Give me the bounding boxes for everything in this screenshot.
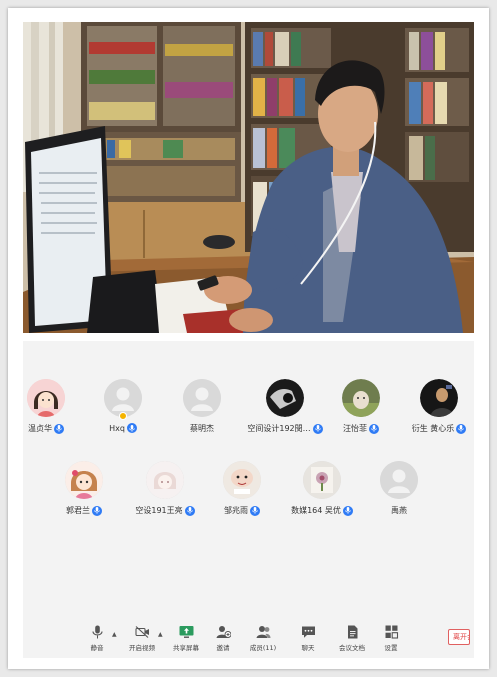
participant-tile[interactable]: 汪怡菲 (323, 379, 399, 441)
mute-label: 静音 (90, 644, 104, 652)
mic-icon (54, 423, 64, 434)
participant-tile[interactable]: 郭君兰 (46, 461, 122, 523)
audio-options-caret-icon[interactable]: ▲ (112, 631, 117, 638)
default-person-avatar (380, 461, 418, 499)
participant-name: 温贞华 (28, 424, 52, 433)
document-icon (347, 625, 357, 639)
mic-icon (250, 505, 260, 516)
grid-settings-icon (385, 625, 398, 639)
mic-icon (456, 423, 467, 434)
cartoon-character-avatar (65, 461, 103, 499)
shared-video-view (23, 22, 474, 333)
participant-name: 空间设计192閔… (247, 424, 311, 433)
participant-tile[interactable]: 空设191王亮 (125, 461, 205, 523)
invite-label: 邀请 (216, 644, 230, 652)
participant-name: 汪怡菲 (343, 424, 367, 433)
mic-icon (184, 505, 195, 516)
mute-button[interactable]: 静音 (73, 625, 121, 655)
mic-icon (312, 423, 323, 434)
participant-tile[interactable]: 邹兆雨 (204, 461, 280, 523)
participant-name: 衍生 黄心乐 (411, 424, 455, 433)
participant-name: 数媒164 吴优 (291, 506, 341, 515)
flower-photo-avatar (303, 461, 341, 499)
participant-tile[interactable]: 衍生 黄心乐 (401, 379, 477, 441)
participant-tile[interactable]: 空间设计192閔… (242, 379, 328, 441)
add-user-icon (216, 626, 231, 638)
meeting-toolbar: 静音 ▲ 开启视频 ▲ 共享屏幕 邀请 成员(11) 聊天 会议文档 设置 离开 (23, 623, 474, 658)
participant-name: 郭君兰 (66, 506, 90, 515)
video-off-icon (134, 626, 149, 638)
mic-icon (342, 505, 353, 516)
dark-photo-avatar (266, 379, 304, 417)
cartoon-girl-avatar (27, 379, 65, 417)
leave-meeting-button[interactable]: 离开会议 (448, 629, 470, 645)
participant-name: 邹兆雨 (224, 506, 248, 515)
mic-icon (126, 423, 137, 433)
chat-icon (301, 626, 315, 638)
default-person-avatar (183, 379, 221, 417)
settings-button[interactable]: 设置 (367, 625, 415, 655)
participant-name: 空设191王亮 (135, 506, 183, 515)
settings-label: 设置 (384, 644, 398, 652)
participant-tile[interactable]: 蔡明杰 (164, 379, 240, 441)
microphone-icon (91, 625, 103, 639)
participant-tile[interactable]: 数媒164 吴优 (282, 461, 362, 523)
participant-name: 禹燕 (391, 506, 407, 515)
pale-illustration-avatar (146, 461, 184, 499)
dark-portrait-avatar (420, 379, 458, 417)
participant-tile[interactable]: 禹燕 (361, 461, 437, 523)
share-screen-icon (179, 626, 193, 638)
members-label: 成员(11) (249, 644, 277, 652)
start-video-button[interactable]: 开启视频 (118, 625, 166, 655)
animal-photo-avatar (342, 379, 380, 417)
participant-name: 蔡明杰 (190, 424, 214, 433)
mic-icon (92, 505, 102, 516)
start-video-label: 开启视频 (129, 644, 155, 652)
members-icon (256, 626, 270, 638)
video-scene-image (23, 22, 474, 333)
participant-tile[interactable]: Hxq (85, 379, 161, 441)
meme-face-avatar (223, 461, 261, 499)
members-button[interactable]: 成员(11) (239, 625, 287, 655)
host-badge-icon (119, 412, 127, 420)
participant-name: Hxq (109, 423, 125, 433)
share-screen-label: 共享屏幕 (173, 644, 199, 652)
chat-button[interactable]: 聊天 (284, 625, 332, 655)
meeting-panel: 温贞华 Hxq 蔡明杰 空间设计192閔… 汪怡菲 衍生 黄心乐 郭君兰 空设1… (23, 341, 474, 658)
meeting-docs-label: 会议文档 (339, 644, 365, 652)
mic-icon (369, 423, 379, 434)
chat-label: 聊天 (301, 644, 315, 652)
participant-tile[interactable]: 温贞华 (8, 379, 84, 441)
